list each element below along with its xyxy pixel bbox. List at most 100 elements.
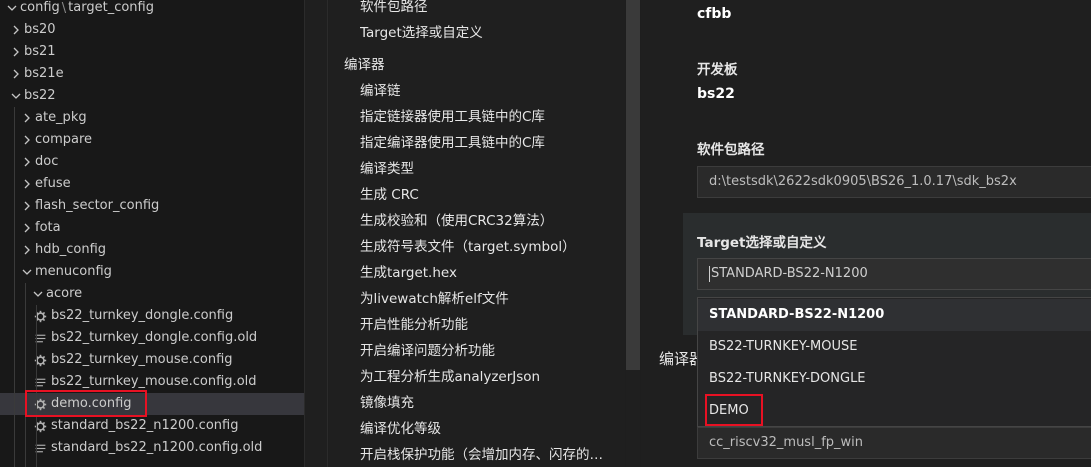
nav-item-compiler-option[interactable]: 开启性能分析功能 — [360, 312, 618, 338]
chevron-right-icon[interactable] — [8, 22, 24, 38]
chevron-down-icon[interactable] — [4, 0, 20, 16]
tree-file[interactable]: demo.config — [0, 393, 304, 415]
chevron-right-icon[interactable] — [19, 198, 35, 214]
chevron-down-icon[interactable] — [30, 286, 46, 302]
nav-group-compiler[interactable]: 编译器 — [344, 52, 385, 78]
tree-folder[interactable]: acore — [0, 283, 304, 305]
tree-item-label: fota — [35, 220, 61, 235]
toolchain-input[interactable]: cc_riscv32_musl_fp_win — [697, 427, 1091, 459]
panel-divider — [304, 0, 328, 467]
nav-item-compiler-option[interactable]: 生成 CRC — [360, 182, 618, 208]
nav-scrollbar-track[interactable] — [626, 370, 640, 467]
tree-folder[interactable]: hdb_config — [0, 239, 304, 261]
nav-item-compiler-option[interactable]: 生成target.hex — [360, 260, 618, 286]
package-path-input[interactable]: d:\testsdk\2622sdk0905\BS26_1.0.17\sdk_b… — [697, 166, 1091, 198]
tree-item-label: standard_bs22_n1200.config — [51, 418, 239, 433]
tree-folder[interactable]: bs21e — [0, 63, 304, 85]
tree-item-label: efuse — [35, 176, 71, 191]
tree-folder[interactable]: bs21 — [0, 41, 304, 63]
dropdown-option-demo[interactable]: DEMO — [698, 395, 1091, 427]
nav-item-compiler-option[interactable]: 编译类型 — [360, 156, 618, 182]
text-file-icon — [32, 374, 48, 390]
gear-icon — [32, 308, 48, 324]
dropdown-option-bs22-turnkey-dongle[interactable]: BS22-TURNKEY-DONGLE — [698, 363, 1091, 395]
project-name-value: cfbb — [697, 6, 732, 22]
tree-item-label: compare — [35, 132, 93, 147]
tree-item-label: flash_sector_config — [35, 198, 160, 213]
indent-guide — [36, 305, 37, 467]
nav-item-compiler-option[interactable]: 镜像填充 — [360, 390, 618, 416]
chevron-right-icon[interactable] — [19, 132, 35, 148]
tree-folder[interactable]: flash_sector_config — [0, 195, 304, 217]
tree-item-label: demo.config — [51, 396, 132, 411]
tree-folder[interactable]: bs22 — [0, 85, 304, 107]
tree-item-label: bs20 — [24, 22, 56, 37]
tree-item-label: bs21 — [24, 44, 56, 59]
tree-file[interactable]: bs22_turnkey_dongle.config — [0, 305, 304, 327]
breadcrumb-separator: \ — [61, 0, 67, 16]
nav-item-compiler-option[interactable]: 生成符号表文件（target.symbol） — [360, 234, 618, 260]
breadcrumb-config[interactable]: config — [20, 0, 60, 19]
tree-file[interactable]: standard_bs22_n1200.config — [0, 415, 304, 437]
nav-item-compiler-option[interactable]: 为工程分析生成analyzerJson — [360, 364, 618, 390]
nav-item-compiler-option[interactable]: 编译优化等级 — [360, 416, 618, 442]
nav-item-compiler-option[interactable]: 为livewatch解析elf文件 — [360, 286, 618, 312]
settings-nav-list: 软件包路径 Target选择或自定义 编译器 编译链 指定链接器使用工具链中的C库… — [329, 0, 625, 467]
tree-item-label: bs22_turnkey_dongle.config — [51, 308, 234, 323]
gear-icon — [32, 418, 48, 434]
tree-item-label: bs22_turnkey_dongle.config.old — [51, 330, 258, 345]
tree-item-label: bs22_turnkey_mouse.config — [51, 352, 233, 367]
target-title: Target选择或自定义 — [697, 235, 827, 251]
breadcrumb-target-config[interactable]: target_config — [68, 0, 154, 19]
tree-item-label: acore — [46, 286, 83, 301]
dropdown-option-standard-bs22-n1200[interactable]: STANDARD-BS22-N1200 — [698, 299, 1091, 331]
chevron-right-icon[interactable] — [19, 176, 35, 192]
nav-item-compiler-option[interactable]: 编译链 — [360, 78, 618, 104]
gear-icon — [32, 352, 48, 368]
nav-item-package-path[interactable]: 软件包路径 — [360, 0, 618, 20]
tree-item-label: bs22 — [24, 88, 56, 103]
nav-item-compiler-option[interactable]: 生成校验和（使用CRC32算法） — [360, 208, 618, 234]
tree-folder[interactable]: menuconfig — [0, 261, 304, 283]
tree-folder[interactable]: ate_pkg — [0, 107, 304, 129]
nav-item-target-select[interactable]: Target选择或自定义 — [360, 20, 618, 46]
chevron-right-icon[interactable] — [19, 154, 35, 170]
nav-item-compiler-option[interactable]: 开启编译问题分析功能 — [360, 338, 618, 364]
indent-guide — [25, 283, 26, 467]
settings-panel: cfbb 开发板 bs22 软件包路径 d:\testsdk\2622sdk09… — [641, 0, 1091, 467]
tree-folder[interactable]: bs20 — [0, 19, 304, 41]
tree-folder[interactable]: doc — [0, 151, 304, 173]
target-select-input[interactable]: STANDARD-BS22-N1200 — [697, 258, 1091, 290]
chevron-down-icon[interactable] — [19, 264, 35, 280]
tree-item-label: hdb_config — [35, 242, 107, 257]
tree-folder[interactable]: fota — [0, 217, 304, 239]
board-value: bs22 — [697, 86, 735, 102]
tree-folder[interactable]: efuse — [0, 173, 304, 195]
nav-item-compiler-option[interactable]: 开启栈保护功能（会增加内存、闪存的… — [360, 442, 618, 467]
dropdown-option-bs22-turnkey-mouse[interactable]: BS22-TURNKEY-MOUSE — [698, 331, 1091, 363]
tree-folder[interactable]: compare — [0, 129, 304, 151]
tree-file[interactable]: bs22_turnkey_mouse.config — [0, 349, 304, 371]
chevron-right-icon[interactable] — [19, 110, 35, 126]
text-file-icon — [32, 330, 48, 346]
tree-file[interactable]: bs22_turnkey_mouse.config.old — [0, 371, 304, 393]
tree-item-label: bs21e — [24, 66, 64, 81]
text-file-icon — [32, 440, 48, 456]
chevron-right-icon[interactable] — [19, 220, 35, 236]
nav-scrollbar-thumb[interactable] — [626, 0, 640, 370]
chevron-down-icon[interactable] — [8, 88, 24, 104]
explorer-breadcrumb: config \ target_config — [0, 0, 304, 19]
nav-item-compiler-option[interactable]: 指定链接器使用工具链中的C库 — [360, 104, 618, 130]
nav-item-compiler-option[interactable]: 指定编译器使用工具链中的C库 — [360, 130, 618, 156]
tree-item-label: ate_pkg — [35, 110, 87, 125]
chevron-right-icon[interactable] — [19, 242, 35, 258]
tree-file[interactable]: bs22_turnkey_dongle.config.old — [0, 327, 304, 349]
chevron-right-icon[interactable] — [8, 66, 24, 82]
gear-icon — [32, 396, 48, 412]
tree-item-label: bs22_turnkey_mouse.config.old — [51, 374, 257, 389]
tree-item-label: standard_bs22_n1200.config.old — [51, 440, 263, 455]
file-explorer: config \ target_config bs20 bs21 bs21e bs22… — [0, 0, 304, 467]
chevron-right-icon[interactable] — [8, 44, 24, 60]
target-select-value: STANDARD-BS22-N1200 — [711, 266, 868, 281]
tree-file[interactable]: standard_bs22_n1200.config.old — [0, 437, 304, 459]
